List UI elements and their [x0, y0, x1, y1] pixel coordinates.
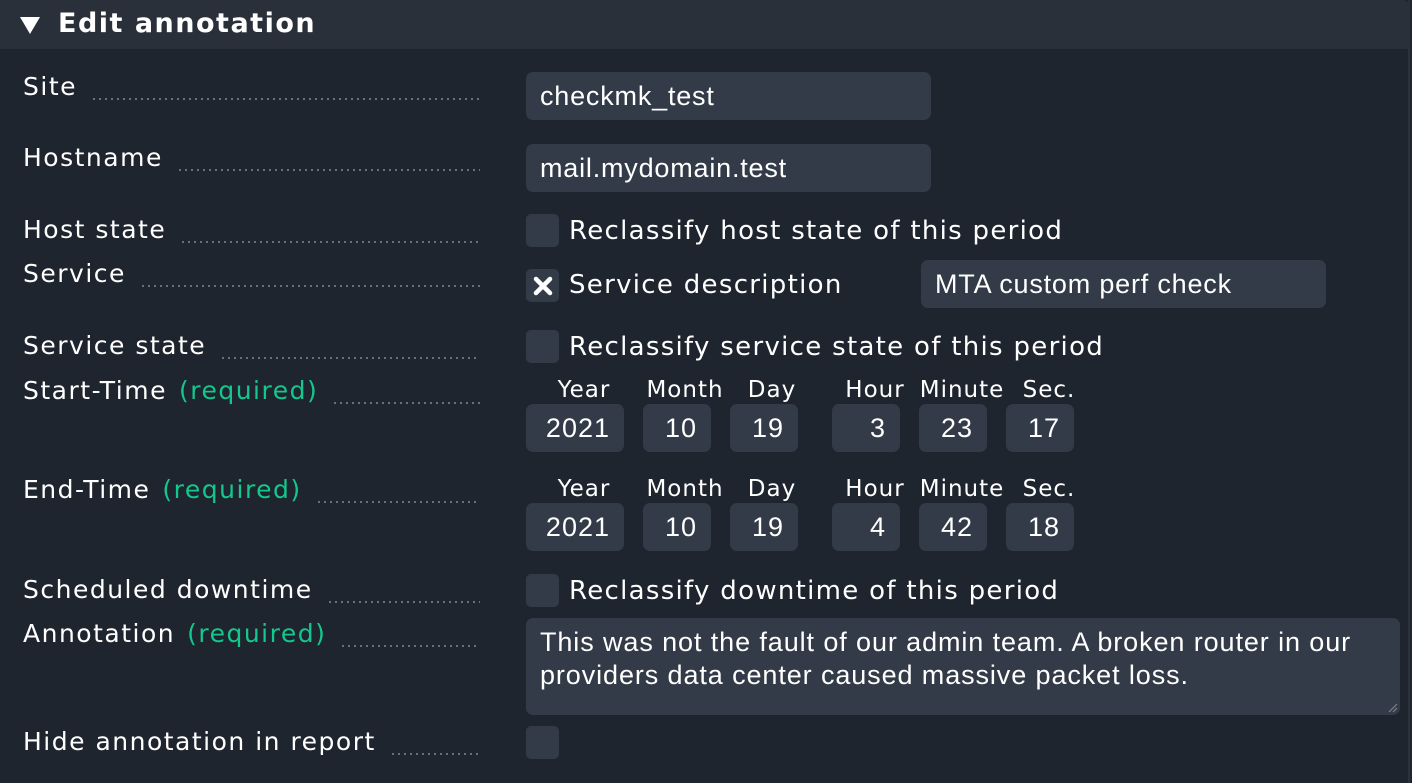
start-day-input[interactable]: 19 — [730, 404, 798, 452]
label-dots — [389, 753, 480, 755]
label-dots — [315, 501, 480, 503]
label-dots — [91, 98, 480, 100]
service-description-label[interactable]: Service description — [569, 268, 843, 302]
edit-annotation-panel: Edit annotation Site checkmk_test Hostna… — [0, 0, 1410, 783]
start-minute-input[interactable]: 23 — [919, 404, 987, 452]
collapse-triangle-icon[interactable] — [20, 17, 40, 34]
hour-header: Hour — [845, 377, 905, 403]
end-sec-input[interactable]: 18 — [1006, 503, 1074, 551]
hide-annotation-checkbox[interactable] — [526, 726, 559, 759]
start-hour-input[interactable]: 3 — [832, 404, 900, 452]
service-description-input[interactable]: MTA custom perf check — [921, 260, 1326, 308]
panel-header[interactable]: Edit annotation — [0, 0, 1410, 49]
required-marker: (required) — [162, 475, 302, 504]
service-label: Service — [23, 259, 480, 293]
annotation-text: This was not the fault of our admin team… — [540, 627, 1352, 690]
annotation-label-text: Annotation — [23, 619, 176, 648]
service-state-label: Service state — [23, 331, 480, 365]
hide-annotation-label: Hide annotation in report — [23, 727, 480, 761]
scheduled-downtime-label: Scheduled downtime — [23, 575, 480, 609]
end-year-input[interactable]: 2021 — [526, 503, 624, 551]
host-state-checkbox[interactable] — [526, 214, 559, 247]
year-header: Year — [557, 476, 611, 502]
day-header: Day — [747, 377, 797, 403]
scheduled-downtime-checkbox-label[interactable]: Reclassify downtime of this period — [569, 574, 1059, 608]
host-state-label-text: Host state — [23, 215, 167, 244]
annotation-label: Annotation (required) — [23, 619, 480, 653]
host-state-label: Host state — [23, 215, 480, 249]
minute-header: Minute — [919, 476, 1005, 502]
service-description-checkbox[interactable] — [526, 269, 559, 302]
start-sec-input[interactable]: 17 — [1006, 404, 1074, 452]
label-dots — [180, 241, 480, 243]
scheduled-downtime-checkbox[interactable] — [526, 574, 559, 607]
end-minute-input[interactable]: 42 — [919, 503, 987, 551]
service-state-checkbox[interactable] — [526, 330, 559, 363]
hostname-label: Hostname — [23, 143, 480, 177]
hide-annotation-label-text: Hide annotation in report — [23, 727, 376, 756]
hour-header: Hour — [845, 476, 905, 502]
start-month-input[interactable]: 10 — [643, 404, 711, 452]
required-marker: (required) — [178, 376, 319, 405]
end-day-input[interactable]: 19 — [730, 503, 798, 551]
scheduled-downtime-label-text: Scheduled downtime — [23, 575, 313, 604]
year-header: Year — [557, 377, 611, 403]
hostname-input[interactable]: mail.mydomain.test — [526, 144, 931, 192]
label-dots — [340, 645, 480, 647]
site-label-text: Site — [23, 72, 77, 101]
resize-handle-icon[interactable] — [1386, 701, 1398, 713]
end-hour-input[interactable]: 4 — [832, 503, 900, 551]
minute-header: Minute — [919, 377, 1005, 403]
start-time-label-text: Start-Time — [23, 376, 167, 405]
annotation-textarea[interactable]: This was not the fault of our admin team… — [526, 618, 1400, 715]
end-month-input[interactable]: 10 — [643, 503, 711, 551]
end-time-label-text: End-Time — [23, 475, 151, 504]
label-dots — [220, 357, 480, 359]
start-time-label: Start-Time (required) — [23, 376, 480, 410]
start-year-input[interactable]: 2021 — [526, 404, 624, 452]
month-header: Month — [646, 476, 724, 502]
month-header: Month — [646, 377, 724, 403]
site-input[interactable]: checkmk_test — [526, 72, 931, 120]
hostname-label-text: Hostname — [23, 143, 163, 172]
panel-title: Edit annotation — [58, 8, 317, 39]
sec-header: Sec. — [1022, 377, 1076, 403]
site-label: Site — [23, 72, 480, 106]
label-dots — [139, 285, 480, 287]
service-state-label-text: Service state — [23, 331, 207, 360]
checkmark-x-icon — [533, 276, 552, 295]
sec-header: Sec. — [1022, 476, 1076, 502]
label-dots — [332, 402, 480, 404]
service-label-text: Service — [23, 259, 126, 288]
host-state-checkbox-label[interactable]: Reclassify host state of this period — [569, 214, 1063, 248]
service-state-checkbox-label[interactable]: Reclassify service state of this period — [569, 330, 1104, 364]
end-time-label: End-Time (required) — [23, 475, 480, 509]
day-header: Day — [747, 476, 797, 502]
label-dots — [176, 169, 480, 171]
label-dots — [326, 601, 480, 603]
required-marker: (required) — [187, 619, 327, 648]
